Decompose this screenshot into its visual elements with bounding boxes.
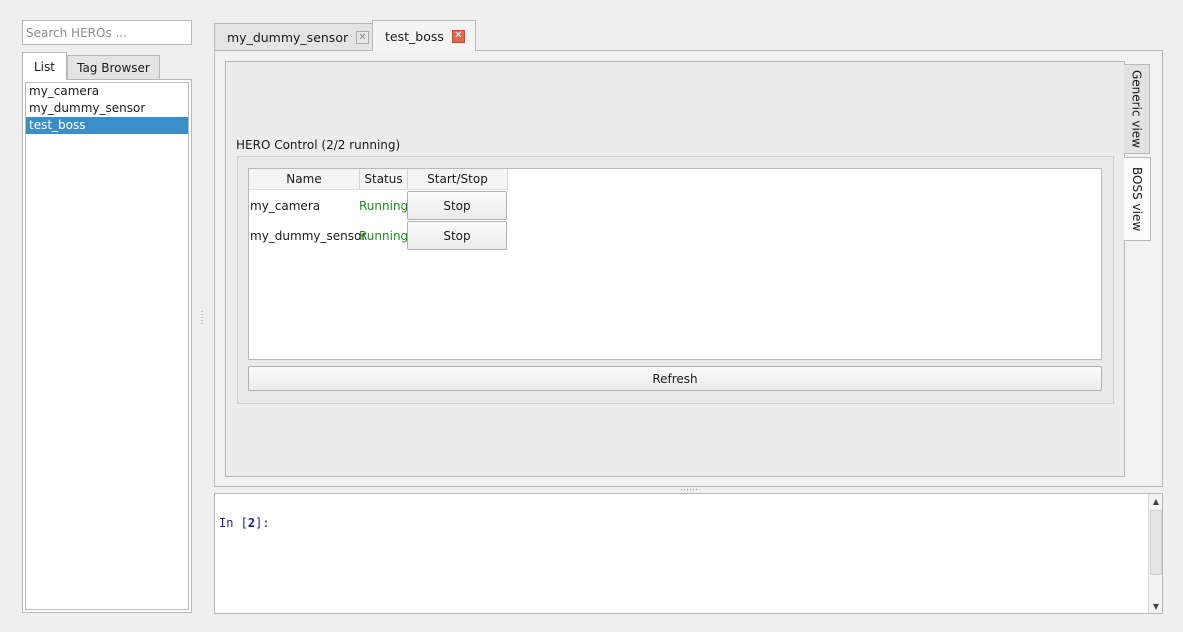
refresh-button[interactable]: Refresh bbox=[248, 366, 1102, 391]
vertical-splitter-handle[interactable] bbox=[200, 310, 204, 326]
tab-generic-view-label: Generic view bbox=[1129, 70, 1144, 148]
prompt-suffix: ]: bbox=[255, 516, 270, 530]
console-prompt: In [2]: bbox=[219, 516, 270, 530]
tab-list[interactable]: List bbox=[22, 52, 67, 80]
stop-button-my-camera[interactable]: Stop bbox=[407, 191, 507, 220]
list-item-my-camera[interactable]: my_camera bbox=[26, 83, 188, 100]
table-row-name: my_dummy_sensor bbox=[250, 228, 367, 243]
horizontal-splitter-handle[interactable] bbox=[680, 488, 698, 491]
close-icon[interactable]: ✕ bbox=[451, 29, 465, 43]
status-badge: Running bbox=[359, 198, 409, 213]
list-item-test-boss[interactable]: test_boss bbox=[26, 117, 188, 134]
search-input[interactable] bbox=[22, 20, 192, 45]
prompt-prefix: In [ bbox=[219, 516, 248, 530]
arrow-up-icon[interactable]: ▲ bbox=[1149, 494, 1163, 508]
tab-boss-view-label: BOSS view bbox=[1130, 166, 1144, 232]
list-item-my-dummy-sensor[interactable]: my_dummy_sensor bbox=[26, 100, 188, 117]
column-header-status[interactable]: Status bbox=[360, 169, 408, 190]
tab-boss-view[interactable]: BOSS view bbox=[1124, 157, 1151, 241]
hero-list-panel: my_camera my_dummy_sensor test_boss bbox=[22, 79, 192, 613]
tab-test-boss-label: test_boss bbox=[385, 28, 444, 44]
hero-control-title: HERO Control (2/2 running) bbox=[236, 138, 401, 152]
tab-tag-browser[interactable]: Tag Browser bbox=[67, 55, 160, 80]
tab-my-dummy-sensor[interactable]: my_dummy_sensor ✕ bbox=[214, 23, 381, 51]
console-scrollbar[interactable]: ▲ ▼ bbox=[1148, 494, 1162, 613]
close-icon[interactable]: ✕ bbox=[356, 31, 370, 44]
stop-button-my-dummy-sensor[interactable]: Stop bbox=[407, 221, 507, 250]
tab-my-dummy-sensor-label: my_dummy_sensor bbox=[227, 30, 349, 45]
tab-tag-browser-label: Tag Browser bbox=[77, 61, 150, 75]
tab-test-boss[interactable]: test_boss ✕ bbox=[372, 20, 476, 51]
hero-list: my_camera my_dummy_sensor test_boss bbox=[25, 82, 189, 610]
column-header-name[interactable]: Name bbox=[249, 169, 360, 190]
table-row-name: my_camera bbox=[250, 198, 321, 213]
tab-list-label: List bbox=[34, 59, 55, 74]
hero-control-table: Name Status Start/Stop my_camera Running… bbox=[248, 168, 1102, 360]
scrollbar-thumb[interactable] bbox=[1150, 510, 1162, 575]
ipython-console[interactable] bbox=[214, 493, 1163, 614]
status-badge: Running bbox=[359, 228, 409, 243]
arrow-down-icon[interactable]: ▼ bbox=[1149, 599, 1163, 613]
column-header-start-stop[interactable]: Start/Stop bbox=[408, 169, 508, 190]
tab-generic-view[interactable]: Generic view bbox=[1124, 64, 1150, 154]
